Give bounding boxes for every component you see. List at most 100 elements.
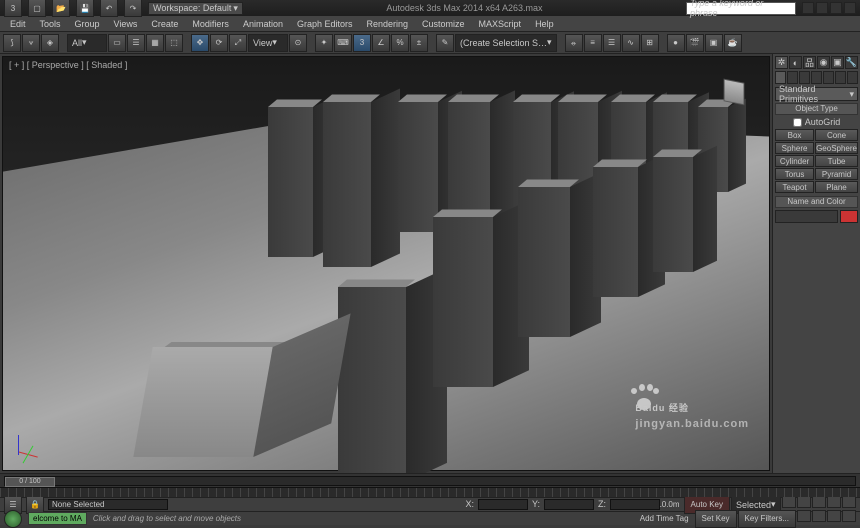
ref-coord-system[interactable]: View ▾ (248, 34, 288, 52)
subtab-systems-icon[interactable] (847, 71, 858, 84)
open-icon[interactable]: 📂 (52, 0, 70, 17)
curve-editor-icon[interactable]: ∿ (622, 34, 640, 52)
subtab-spacewarps-icon[interactable] (835, 71, 846, 84)
subtab-helpers-icon[interactable] (823, 71, 834, 84)
viewport-nav-zoom-icon[interactable] (812, 510, 826, 522)
menu-help[interactable]: Help (529, 18, 560, 30)
menu-create[interactable]: Create (145, 18, 184, 30)
snap-toggle-icon[interactable]: 3 (353, 34, 371, 52)
category-dropdown[interactable]: Standard Primitives▾ (775, 87, 858, 101)
btn-box[interactable]: Box (775, 129, 814, 141)
select-region-icon[interactable]: ▦ (146, 34, 164, 52)
btn-geosphere[interactable]: GeoSphere (815, 142, 858, 154)
viewcube[interactable] (714, 72, 754, 112)
save-icon[interactable]: 💾 (76, 0, 94, 17)
prev-frame-icon[interactable] (797, 496, 811, 508)
angle-snap-icon[interactable]: ∠ (372, 34, 390, 52)
x-spinner[interactable] (478, 499, 528, 510)
menu-group[interactable]: Group (69, 18, 106, 30)
align-icon[interactable]: ≡ (584, 34, 602, 52)
object-name-input[interactable] (775, 210, 838, 223)
tab-motion-icon[interactable]: ◉ (817, 56, 830, 69)
goto-start-icon[interactable] (782, 496, 796, 508)
minimize-icon[interactable] (816, 2, 828, 14)
render-icon[interactable]: ☕ (724, 34, 742, 52)
select-name-icon[interactable]: ☰ (127, 34, 145, 52)
percent-snap-icon[interactable]: % (391, 34, 409, 52)
time-slider-bar[interactable]: 0 / 100 (0, 473, 860, 487)
manipulate-icon[interactable]: ✦ (315, 34, 333, 52)
subtab-lights-icon[interactable] (799, 71, 810, 84)
subtab-cameras-icon[interactable] (811, 71, 822, 84)
menu-customize[interactable]: Customize (416, 18, 471, 30)
render-setup-icon[interactable]: 🎬 (686, 34, 704, 52)
select-scale-icon[interactable]: ⤢ (229, 34, 247, 52)
select-icon[interactable]: ▭ (108, 34, 126, 52)
btn-cone[interactable]: Cone (815, 129, 858, 141)
rendered-frame-icon[interactable]: ▣ (705, 34, 723, 52)
schematic-view-icon[interactable]: ⊞ (641, 34, 659, 52)
time-slider[interactable]: 0 / 100 (5, 477, 55, 487)
btn-plane[interactable]: Plane (815, 181, 858, 193)
keyboard-shortcut-icon[interactable]: ⌨ (334, 34, 352, 52)
btn-sphere[interactable]: Sphere (775, 142, 814, 154)
redo-icon[interactable]: ↷ (124, 0, 142, 17)
play-icon[interactable] (812, 496, 826, 508)
bind-icon[interactable]: ◈ (41, 34, 59, 52)
close-icon[interactable] (844, 2, 856, 14)
material-editor-icon[interactable]: ● (667, 34, 685, 52)
next-frame-icon[interactable] (827, 496, 841, 508)
menu-views[interactable]: Views (108, 18, 144, 30)
app-icon[interactable]: 3 (4, 0, 22, 17)
link-icon[interactable]: ⟆ (3, 34, 21, 52)
unlink-icon[interactable]: ⟇ (22, 34, 40, 52)
maxscript-listener-icon[interactable] (4, 510, 22, 528)
tab-utilities-icon[interactable]: 🔧 (845, 56, 858, 69)
menu-edit[interactable]: Edit (4, 18, 32, 30)
menu-rendering[interactable]: Rendering (361, 18, 415, 30)
keyfilters-button[interactable]: Key Filters... (738, 510, 796, 528)
y-spinner[interactable] (544, 499, 594, 510)
menu-maxscript[interactable]: MAXScript (473, 18, 528, 30)
goto-end-icon[interactable] (842, 496, 856, 508)
menu-animation[interactable]: Animation (237, 18, 289, 30)
tab-create-icon[interactable]: ✲ (775, 56, 788, 69)
btn-torus[interactable]: Torus (775, 168, 814, 180)
rollout-object-type[interactable]: Object Type (775, 103, 858, 115)
menu-modifiers[interactable]: Modifiers (186, 18, 235, 30)
maximize-icon[interactable] (830, 2, 842, 14)
help-search-input[interactable]: Type a keyword or phrase (686, 2, 796, 15)
addtimetag-label[interactable]: Add Time Tag (640, 514, 689, 523)
tab-hierarchy-icon[interactable]: 品 (803, 56, 816, 69)
subtab-shapes-icon[interactable] (787, 71, 798, 84)
rollout-name-color[interactable]: Name and Color (775, 196, 858, 208)
viewport-nav-orbit-icon[interactable] (827, 510, 841, 522)
workspace-selector[interactable]: Workspace: Default ▾ (148, 2, 243, 15)
btn-pyramid[interactable]: Pyramid (815, 168, 858, 180)
autogrid-checkbox[interactable]: AutoGrid (775, 117, 858, 127)
tab-display-icon[interactable]: ▣ (831, 56, 844, 69)
z-spinner[interactable] (610, 499, 660, 510)
pivot-icon[interactable]: ⊙ (289, 34, 307, 52)
subtab-geometry-icon[interactable] (775, 71, 786, 84)
mirror-icon[interactable]: ⦵ (565, 34, 583, 52)
tab-modify-icon[interactable]: ◐ (789, 56, 802, 69)
select-rotate-icon[interactable]: ⟳ (210, 34, 228, 52)
viewport-nav-pan-icon[interactable] (797, 510, 811, 522)
menu-tools[interactable]: Tools (34, 18, 67, 30)
named-selection-sets[interactable]: (Create Selection S… ▾ (455, 34, 557, 52)
track-bar[interactable] (0, 487, 860, 497)
btn-teapot[interactable]: Teapot (775, 181, 814, 193)
selection-filter[interactable]: All ▾ (67, 34, 107, 52)
setkey-button[interactable]: Set Key (695, 510, 737, 528)
viewport-perspective[interactable]: [ + ] [ Perspective ] [ Shaded ] Baidu 经… (2, 56, 770, 471)
edit-named-sel-icon[interactable]: ✎ (436, 34, 454, 52)
select-move-icon[interactable]: ✥ (191, 34, 209, 52)
window-crossing-icon[interactable]: ⬚ (165, 34, 183, 52)
spinner-snap-icon[interactable]: ± (410, 34, 428, 52)
btn-cylinder[interactable]: Cylinder (775, 155, 814, 167)
btn-tube[interactable]: Tube (815, 155, 858, 167)
viewport-nav-max-icon[interactable] (842, 510, 856, 522)
layers-icon[interactable]: ☰ (603, 34, 621, 52)
help-icon[interactable] (802, 2, 814, 14)
